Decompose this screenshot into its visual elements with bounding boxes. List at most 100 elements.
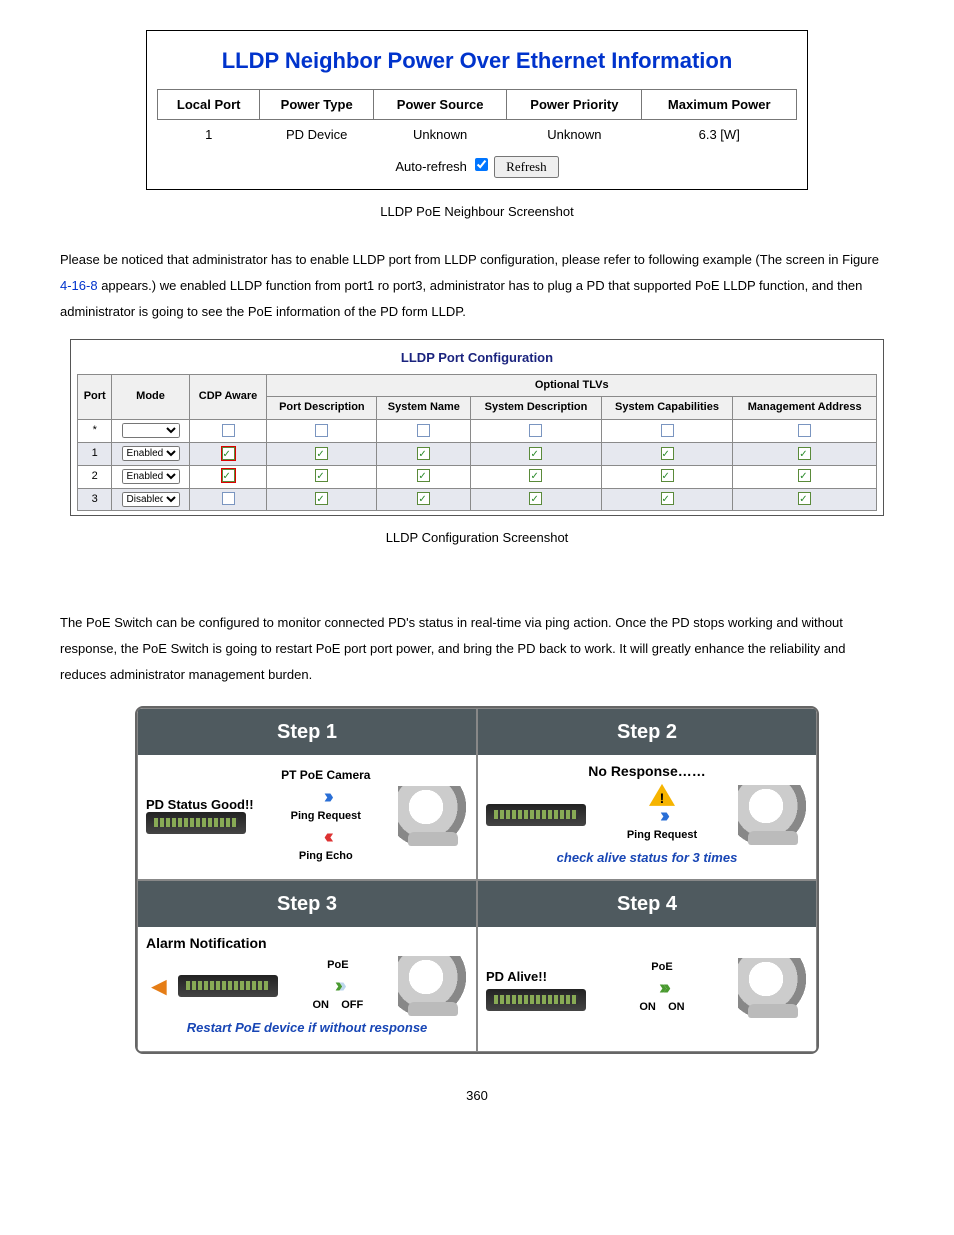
cell-local-port: 1 xyxy=(158,119,260,149)
refresh-row: Auto-refresh Refresh xyxy=(157,155,797,178)
checkbox-icon[interactable] xyxy=(315,424,328,437)
switch-icon xyxy=(146,812,246,834)
checkbox-icon[interactable] xyxy=(529,469,542,482)
figure-caption-1: LLDP PoE Neighbour Screenshot xyxy=(60,200,894,223)
checkbox-icon[interactable] xyxy=(798,447,811,460)
paragraph-2: The PoE Switch can be configured to moni… xyxy=(60,610,894,688)
checkbox-icon[interactable] xyxy=(798,424,811,437)
checkbox-icon[interactable] xyxy=(315,469,328,482)
cell-cdp xyxy=(189,465,267,488)
cell-sd xyxy=(471,488,601,511)
panel-title: LLDP Neighbor Power Over Ethernet Inform… xyxy=(157,41,797,81)
cell-cdp xyxy=(189,488,267,511)
step-1-ping-echo: Ping Echo xyxy=(299,847,353,867)
checkbox-icon[interactable] xyxy=(315,447,328,460)
mode-select[interactable] xyxy=(122,423,180,438)
checkbox-icon[interactable] xyxy=(661,492,674,505)
paragraph-1b: appears.) we enabled LLDP function from … xyxy=(60,278,862,319)
checkbox-icon[interactable] xyxy=(417,424,430,437)
mode-select[interactable]: Enabled xyxy=(122,469,180,484)
alarm-arrow-icon: ◄ xyxy=(146,980,172,993)
checkbox-icon[interactable] xyxy=(529,492,542,505)
checkbox-icon[interactable] xyxy=(661,447,674,460)
checkbox-icon[interactable] xyxy=(417,469,430,482)
switch-icon xyxy=(178,975,278,997)
cell-ma xyxy=(733,465,877,488)
cell-ma xyxy=(733,488,877,511)
step-3-poe: PoE xyxy=(327,956,348,976)
step-4-panel: Step 4 PD Alive!! PoE ››› ››› ON ON xyxy=(477,880,817,1052)
refresh-button[interactable]: Refresh xyxy=(494,156,558,178)
step-4-on2: ON xyxy=(668,1001,685,1013)
checkbox-icon[interactable] xyxy=(529,447,542,460)
checkbox-icon[interactable] xyxy=(529,424,542,437)
step-2-header: Step 2 xyxy=(478,709,816,755)
step-3-alarm: Alarm Notification xyxy=(146,931,468,956)
checkbox-icon[interactable] xyxy=(315,492,328,505)
chevrons-green-icon: ››› xyxy=(663,980,665,996)
cell-sc xyxy=(601,465,733,488)
table-row: 2 Enabled xyxy=(78,465,877,488)
chevrons-right-icon: ›››››› xyxy=(660,808,664,824)
checkbox-icon[interactable] xyxy=(798,492,811,505)
col-cdp: CDP Aware xyxy=(189,374,267,420)
checkbox-icon[interactable] xyxy=(798,469,811,482)
checkbox-icon[interactable] xyxy=(661,469,674,482)
step-2-panel: Step 2 No Response…… ›››››› Ping Request… xyxy=(477,708,817,880)
step-3-off: OFF xyxy=(341,999,363,1011)
chevrons-pale-icon: ››› xyxy=(339,978,341,994)
cell-mode xyxy=(112,420,189,443)
col-power-type: Power Type xyxy=(260,89,374,119)
camera-icon xyxy=(398,956,468,1016)
paragraph-1: Please be noticed that administrator has… xyxy=(60,247,894,325)
camera-icon xyxy=(398,786,468,846)
checkbox-icon[interactable] xyxy=(417,447,430,460)
cell-sn xyxy=(377,465,471,488)
mode-select[interactable]: Disabled xyxy=(122,492,180,507)
table-row: * xyxy=(78,420,877,443)
cell-max-power: 6.3 [W] xyxy=(642,119,797,149)
table-row: 1 PD Device Unknown Unknown 6.3 [W] xyxy=(158,119,797,149)
step-1-panel: Step 1 PD Status Good!! PT PoE Camera ››… xyxy=(137,708,477,880)
lldp-config-table: Port Mode CDP Aware Optional TLVs Port D… xyxy=(77,374,877,512)
step-4-on1: ON xyxy=(639,1001,656,1013)
cell-power-source: Unknown xyxy=(374,119,507,149)
step-3-on: ON xyxy=(313,999,330,1011)
cell-port: 3 xyxy=(78,488,112,511)
cell-sn xyxy=(377,442,471,465)
col-sys-desc: System Description xyxy=(471,397,601,420)
warning-icon xyxy=(649,784,675,806)
cell-sn xyxy=(377,488,471,511)
step-4-header: Step 4 xyxy=(478,881,816,927)
chevrons-green-icon: ››› xyxy=(335,978,337,994)
camera-icon xyxy=(738,785,808,845)
pd-alive-diagram: Step 1 PD Status Good!! PT PoE Camera ››… xyxy=(135,706,819,1054)
lldp-poe-info-panel: LLDP Neighbor Power Over Ethernet Inform… xyxy=(146,30,808,190)
table-row: 3 Disabled xyxy=(78,488,877,511)
checkbox-icon[interactable] xyxy=(222,447,235,460)
checkbox-icon[interactable] xyxy=(222,469,235,482)
switch-icon xyxy=(486,989,586,1011)
cell-sc xyxy=(601,442,733,465)
col-group-tlvs: Optional TLVs xyxy=(267,374,877,397)
cell-ma xyxy=(733,420,877,443)
cell-port: * xyxy=(78,420,112,443)
cell-port: 2 xyxy=(78,465,112,488)
col-port-desc: Port Description xyxy=(267,397,377,420)
checkbox-icon[interactable] xyxy=(222,424,235,437)
checkbox-icon[interactable] xyxy=(417,492,430,505)
figure-link[interactable]: 4-16-8 xyxy=(60,278,98,293)
col-power-source: Power Source xyxy=(374,89,507,119)
checkbox-icon[interactable] xyxy=(661,424,674,437)
step-1-header: Step 1 xyxy=(138,709,476,755)
col-mode: Mode xyxy=(112,374,189,420)
config-title: LLDP Port Configuration xyxy=(77,346,877,369)
cell-sd xyxy=(471,420,601,443)
cell-pd xyxy=(267,442,377,465)
step-1-status: PD Status Good!! xyxy=(146,798,254,812)
checkbox-icon[interactable] xyxy=(222,492,235,505)
col-power-priority: Power Priority xyxy=(507,89,642,119)
mode-select[interactable]: Enabled xyxy=(122,446,180,461)
step-2-ping-req: Ping Request xyxy=(627,826,697,846)
auto-refresh-checkbox[interactable] xyxy=(475,158,488,171)
